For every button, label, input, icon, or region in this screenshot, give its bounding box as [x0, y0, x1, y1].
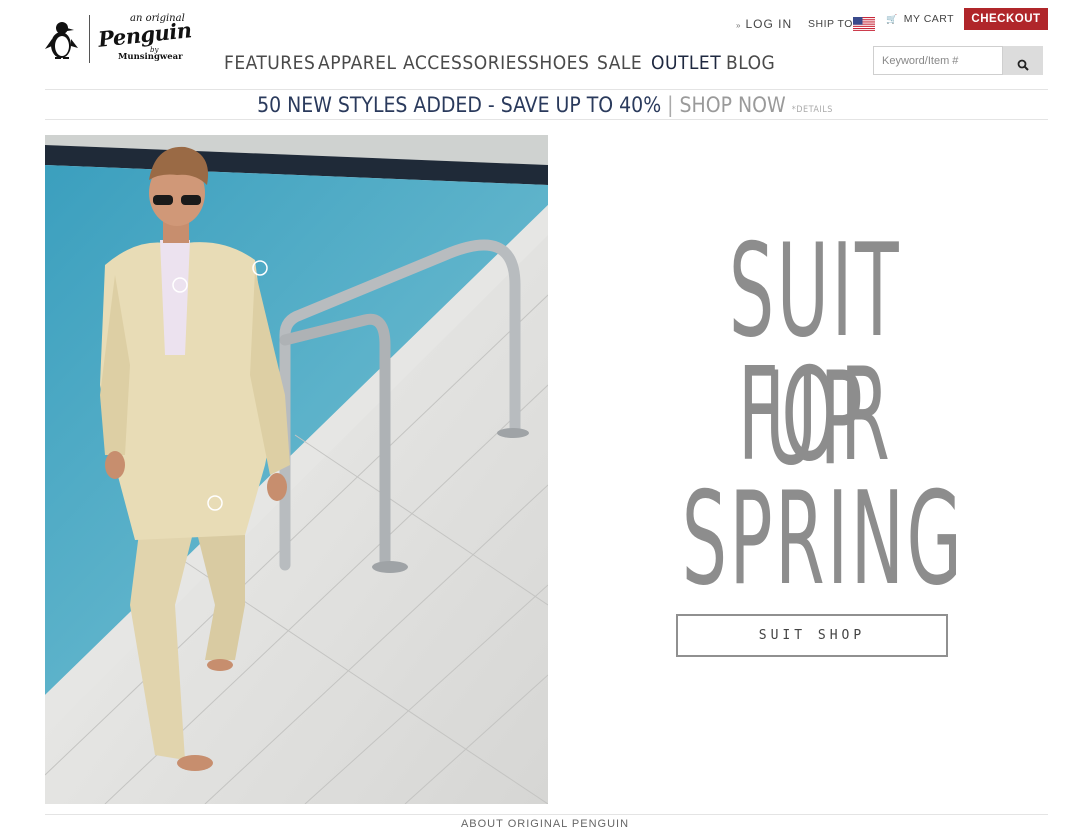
cart-icon: 🛒 [886, 14, 898, 24]
nav-item-blog[interactable]: BLOG [726, 52, 775, 74]
logo-wordmark: Penguin [96, 17, 193, 52]
checkout-button[interactable]: CHECKOUT [964, 8, 1048, 30]
logo-maker: Munsingwear [118, 52, 183, 62]
search-input[interactable] [882, 48, 1000, 73]
divider [45, 119, 1048, 120]
hero-image[interactable] [45, 135, 548, 804]
hero-headline-line2: FOR [737, 341, 893, 490]
penguin-logo-icon [45, 22, 78, 59]
nav-item-apparel[interactable]: APPAREL [318, 52, 396, 74]
promo-details-link[interactable]: *DETAILS [792, 105, 833, 115]
nav-item-features[interactable]: FEATURES [224, 52, 315, 74]
hero-headline-line3: SPRING [681, 465, 965, 614]
search-button[interactable] [1003, 46, 1043, 75]
login-link[interactable]: » LOG IN [736, 17, 792, 31]
nav-item-accessories[interactable]: ACCESSORIES [403, 52, 528, 74]
nav-item-shoes[interactable]: SHOES [528, 52, 589, 74]
suit-shop-button[interactable]: SUIT SHOP [676, 614, 948, 657]
search-icon [1017, 59, 1029, 71]
nav-item-sale[interactable]: SALE [597, 52, 642, 74]
login-label: LOG IN [745, 17, 793, 31]
search-box [873, 46, 1003, 75]
nav-item-outlet[interactable]: OUTLET [651, 52, 721, 74]
promo-text: 50 NEW STYLES ADDED - SAVE UP TO 40% [257, 93, 662, 117]
cart-label: MY CART [903, 13, 955, 25]
promo-separator: | [667, 93, 674, 117]
us-flag-icon[interactable] [853, 17, 875, 31]
my-cart-link[interactable]: 🛒 MY CART [886, 13, 954, 25]
logo-divider [89, 15, 90, 63]
about-link[interactable]: ABOUT ORIGINAL PENGUIN [0, 818, 1090, 830]
arrow-icon: » [736, 21, 742, 30]
promo-shop-now-link[interactable]: SHOP NOW [680, 93, 786, 117]
footer-divider [45, 814, 1048, 815]
ship-to-label: SHIP TO [808, 18, 853, 30]
divider [45, 89, 1048, 90]
